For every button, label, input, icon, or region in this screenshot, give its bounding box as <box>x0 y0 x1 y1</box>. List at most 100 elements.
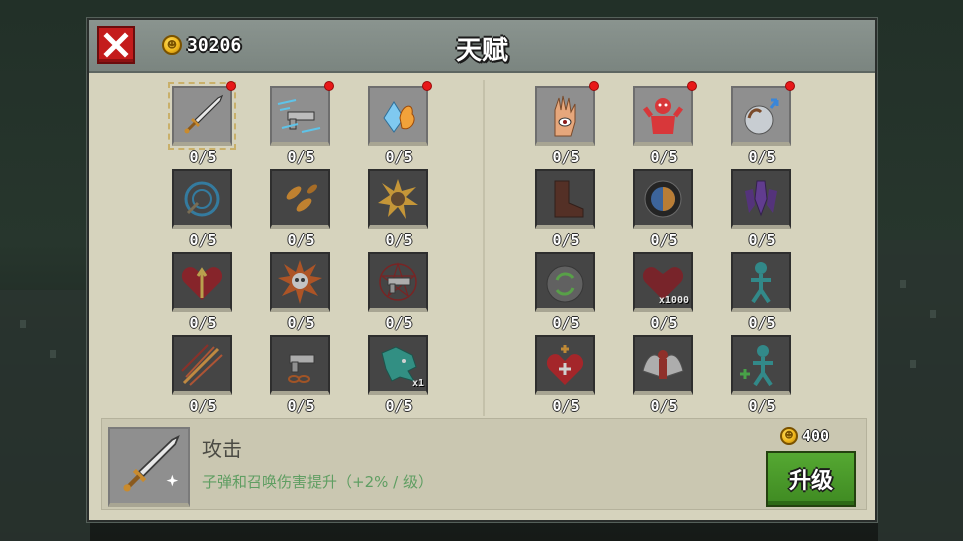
talent-level-count: 0/5 <box>189 148 217 166</box>
talent-icon-button[interactable] <box>368 252 428 312</box>
talent-icon-button[interactable] <box>368 86 428 146</box>
talent-icon-button[interactable]: x1 <box>368 335 428 395</box>
talent-icon-button[interactable] <box>535 86 595 146</box>
background-window <box>20 320 26 328</box>
talent-icon-button[interactable] <box>172 335 232 395</box>
talent-level-count: 0/5 <box>552 397 580 415</box>
fire-ice-orb-icon <box>644 180 682 218</box>
talent-icon-button[interactable] <box>731 86 791 146</box>
talent-icon-button[interactable] <box>270 252 330 312</box>
talent-slot[interactable]: 0/5 <box>633 81 697 168</box>
talent-slot[interactable]: 0/5 <box>731 252 793 334</box>
talent-slot[interactable]: x1000 0/5 <box>633 252 695 334</box>
talent-slot[interactable]: 0/5 <box>535 81 599 168</box>
talent-badge: x1000 <box>658 295 689 306</box>
talent-slot[interactable]: 0/5 <box>731 169 793 251</box>
talent-slot[interactable]: 0/5 <box>270 335 332 417</box>
talent-level-count: 0/5 <box>748 314 776 332</box>
talent-slot[interactable]: 0/5 <box>270 169 332 251</box>
new-indicator-dot <box>785 81 795 91</box>
talent-slot[interactable]: 0/5 <box>172 252 234 334</box>
talent-level-count: 0/5 <box>385 148 413 166</box>
upgrade-button[interactable]: 升级 <box>766 451 856 507</box>
talent-slot[interactable]: 0/5 <box>172 335 234 417</box>
column-divider <box>483 80 485 416</box>
talent-icon-button[interactable] <box>270 335 330 395</box>
stickman-icon <box>751 262 771 304</box>
new-indicator-dot <box>422 81 432 91</box>
talent-icon-button[interactable] <box>172 169 232 229</box>
talent-slot[interactable]: 0/5 <box>535 335 597 417</box>
talent-slot[interactable]: 0/5 <box>731 81 795 168</box>
talent-slot[interactable]: 0/5 <box>270 252 332 334</box>
explosion-fist-icon <box>378 179 418 219</box>
talent-name: 攻击 <box>202 437 242 461</box>
talent-level-count: 0/5 <box>748 231 776 249</box>
talent-level-count: 0/5 <box>552 314 580 332</box>
talent-level-count: 0/5 <box>287 231 315 249</box>
stickman-plus-icon <box>740 345 773 387</box>
talent-slot[interactable]: 0/5 <box>535 169 597 251</box>
talent-icon-button[interactable] <box>731 169 791 229</box>
sword-icon <box>184 94 224 134</box>
talent-level-count: 0/5 <box>385 314 413 332</box>
talent-slot[interactable]: 0/5 <box>368 252 430 334</box>
talent-icon-button[interactable] <box>270 86 330 146</box>
talent-icon-button[interactable] <box>168 82 236 150</box>
talent-slot[interactable]: 0/5 <box>535 252 597 334</box>
talent-slot[interactable]: 0/5 <box>270 81 334 168</box>
background-building <box>878 240 963 541</box>
talent-icon-button[interactable] <box>172 252 232 312</box>
talent-slot[interactable]: 0/5 <box>633 335 695 417</box>
talent-icon-button[interactable] <box>633 86 693 146</box>
talent-detail-panel: 攻击 子弹和召唤伤害提升（+2% / 级） ☻ 400 升级 <box>101 418 867 510</box>
panel-header: ☻ 30206 天赋 <box>89 20 875 73</box>
talent-level-count: 0/5 <box>385 231 413 249</box>
winged-demon-icon <box>642 350 684 379</box>
talent-level-count: 0/5 <box>748 148 776 166</box>
talent-level-count: 0/5 <box>650 314 678 332</box>
talent-level-count: 0/5 <box>552 148 580 166</box>
talent-slot[interactable]: 0/5 <box>168 81 236 168</box>
selected-talent-icon <box>108 427 190 507</box>
claw-slash-icon <box>181 344 223 386</box>
pistol-chain-icon <box>288 354 315 383</box>
talent-icon-button[interactable] <box>731 252 791 312</box>
talent-icon-button[interactable] <box>731 335 791 395</box>
talent-icon-button[interactable] <box>368 169 428 229</box>
ice-fire-crystal-icon <box>383 101 415 133</box>
talent-icon-button[interactable] <box>633 335 693 395</box>
talent-slot[interactable]: 0/5 <box>368 169 430 251</box>
talent-level-count: 0/5 <box>650 148 678 166</box>
talent-slot[interactable]: 0/5 <box>172 169 234 251</box>
pistol-pentagram-icon <box>379 261 417 301</box>
sword-icon <box>123 435 180 492</box>
talent-icon-button[interactable] <box>535 169 595 229</box>
talent-slot[interactable]: 0/5 <box>633 169 695 251</box>
heart-arrows-icon <box>181 267 223 300</box>
red-demon-icon <box>643 98 683 134</box>
talent-icon-button[interactable] <box>535 335 595 395</box>
talent-level-count: 0/5 <box>287 314 315 332</box>
upgrade-cost: ☻ 400 <box>780 427 829 445</box>
fast-gun-icon <box>277 99 321 133</box>
background-building <box>0 290 90 541</box>
talent-icon-button[interactable] <box>535 252 595 312</box>
talent-slot[interactable]: 0/5 <box>731 335 793 417</box>
talent-level-count: 0/5 <box>287 148 315 166</box>
page-title: 天赋 <box>455 36 508 66</box>
recycle-orb-icon <box>546 265 584 303</box>
talent-panel: ☻ 30206 天赋 0/5 0/5 0/5 0/5 0/5 0/5 0/5 0/5 0/5 0/… <box>87 18 877 522</box>
talent-slot[interactable]: x1 0/5 <box>368 335 430 417</box>
talent-slot[interactable]: 0/5 <box>368 81 432 168</box>
talent-level-count: 0/5 <box>287 397 315 415</box>
boot-icon <box>554 180 584 218</box>
new-indicator-dot <box>687 81 697 91</box>
talent-icon-button[interactable] <box>270 169 330 229</box>
talent-icon-button[interactable] <box>633 169 693 229</box>
talent-icon-button[interactable]: x1000 <box>633 252 693 312</box>
coin-icon: ☻ <box>780 427 798 445</box>
new-indicator-dot <box>226 81 236 91</box>
talent-description: 子弹和召唤伤害提升（+2% / 级） <box>202 473 433 491</box>
talent-level-count: 0/5 <box>189 314 217 332</box>
